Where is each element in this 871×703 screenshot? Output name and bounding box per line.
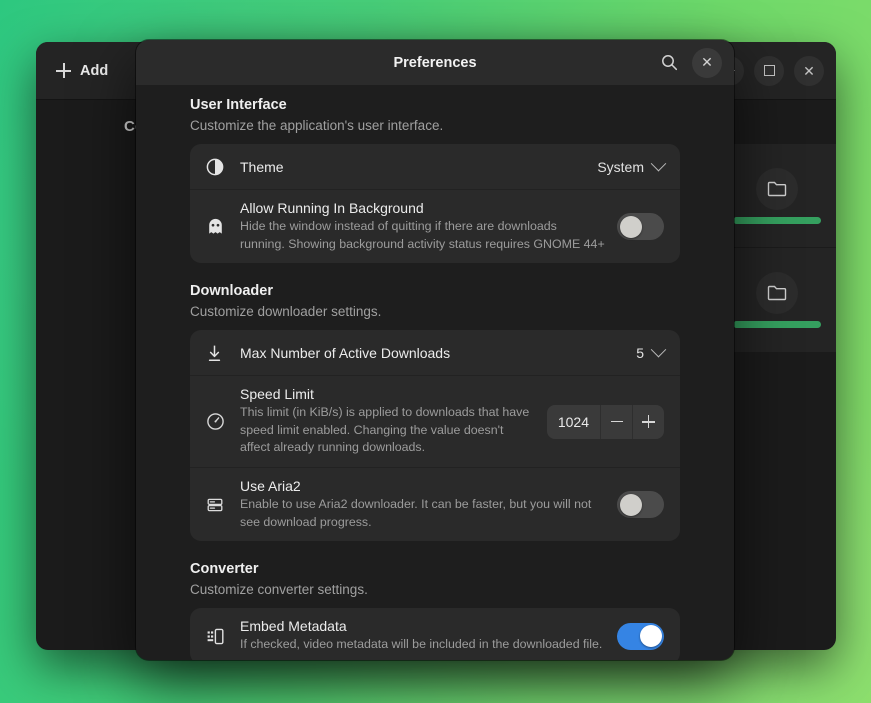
row-embed-metadata[interactable]: Embed Metadata If checked, video metadat…: [190, 608, 680, 660]
preferences-content: User Interface Customize the application…: [136, 85, 734, 660]
toggle-knob: [619, 215, 642, 238]
row-action: 1024: [546, 404, 664, 439]
row-text: Max Number of Active Downloads: [240, 335, 624, 371]
allow-background-toggle[interactable]: [617, 213, 664, 241]
progress-bar: [733, 216, 821, 224]
group-subtitle-downloader: Customize downloader settings.: [190, 304, 382, 320]
maximize-icon: [763, 65, 775, 76]
max-downloads-value: 5: [636, 344, 644, 361]
converter-card: Embed Metadata If checked, video metadat…: [190, 608, 680, 660]
row-icon-wrap: [206, 627, 240, 646]
theme-selected-value: System: [597, 158, 644, 175]
row-title: Embed Metadata: [240, 618, 347, 635]
max-downloads-select[interactable]: 5: [636, 342, 667, 361]
speed-limit-stepper[interactable]: 1024: [546, 404, 664, 439]
chevron-down-icon: [650, 155, 667, 172]
row-description: Hide the window instead of quitting if t…: [240, 219, 605, 251]
minus-icon: [610, 420, 623, 423]
row-speed-limit[interactable]: Speed Limit This limit (in KiB/s) is app…: [190, 376, 680, 469]
close-icon: ✕: [701, 54, 713, 70]
toggle-knob: [639, 625, 662, 648]
user-interface-card: Theme System Allow Running In Background…: [190, 144, 680, 264]
download-folder-icon-wrap: [756, 167, 798, 210]
add-button-label: Add: [80, 62, 109, 79]
group-title-converter: Converter: [190, 561, 259, 578]
dialog-title: Preferences: [393, 54, 477, 71]
row-theme[interactable]: Theme System: [190, 144, 680, 190]
row-icon-wrap: [206, 344, 240, 362]
theme-select[interactable]: System: [597, 155, 667, 175]
contrast-theme-icon: [206, 158, 224, 175]
folder-icon: [767, 285, 787, 301]
plus-icon: [642, 415, 655, 429]
search-button[interactable]: [654, 48, 684, 78]
row-description: This limit (in KiB/s) is applied to down…: [240, 405, 530, 455]
row-use-aria2[interactable]: Use Aria2 Enable to use Aria2 downloader…: [190, 468, 680, 541]
row-title: Speed Limit: [240, 386, 314, 403]
speed-limit-increment-button[interactable]: [632, 404, 664, 439]
embed-metadata-toggle[interactable]: [617, 622, 664, 650]
row-description: Enable to use Aria2 downloader. It can b…: [240, 497, 592, 529]
speedometer-icon: [207, 413, 224, 430]
row-text: Speed Limit This limit (in KiB/s) is app…: [240, 376, 535, 467]
row-title: Allow Running In Background: [240, 200, 424, 216]
row-title: Theme: [240, 158, 284, 175]
row-max-active-downloads[interactable]: Max Number of Active Downloads 5: [190, 330, 680, 377]
ghost-background-icon: [209, 219, 222, 234]
progress-bar: [733, 321, 821, 328]
downloader-card: Max Number of Active Downloads 5 Speed L…: [190, 330, 680, 542]
preferences-dialog[interactable]: Preferences ✕ User Interface Customize t…: [136, 40, 734, 660]
download-arrow-icon: [208, 345, 221, 361]
row-title: Use Aria2: [240, 478, 301, 495]
row-action: [617, 491, 664, 519]
group-title-downloader: Downloader: [190, 283, 273, 300]
download-folder-icon-wrap: [756, 272, 798, 314]
group-title-user-interface: User Interface: [190, 97, 287, 113]
row-action: System: [597, 155, 667, 175]
preferences-headerbar: Preferences ✕: [136, 40, 734, 85]
desktop-wallpaper: Add ✕ Com: [0, 0, 871, 703]
search-icon: [661, 55, 677, 71]
speed-limit-decrement-button[interactable]: [600, 404, 632, 439]
row-icon-wrap: [206, 412, 240, 431]
maximize-button[interactable]: [754, 55, 784, 86]
close-window-button[interactable]: ✕: [794, 55, 824, 86]
row-icon-wrap: [206, 217, 240, 236]
group-subtitle-converter: Customize converter settings.: [190, 582, 368, 598]
toggle-knob: [619, 493, 642, 516]
metadata-tag-icon: [207, 628, 224, 644]
add-button[interactable]: Add: [46, 54, 122, 88]
row-allow-running-in-background[interactable]: Allow Running In Background Hide the win…: [190, 190, 680, 263]
row-text: Embed Metadata If checked, video metadat…: [240, 608, 605, 660]
speed-limit-value[interactable]: 1024: [547, 414, 600, 430]
row-text: Allow Running In Background Hide the win…: [240, 190, 605, 263]
close-icon: ✕: [803, 62, 815, 79]
row-action: [617, 213, 664, 241]
server-rack-icon: [207, 498, 223, 511]
row-action: 5: [636, 342, 667, 361]
close-dialog-button[interactable]: ✕: [692, 47, 722, 78]
use-aria2-toggle[interactable]: [617, 491, 664, 519]
chevron-down-icon: [650, 342, 667, 358]
dialog-header-actions: ✕: [654, 47, 722, 78]
row-icon-wrap: [206, 496, 240, 514]
row-text: Theme: [240, 149, 585, 185]
row-icon-wrap: [206, 158, 240, 176]
row-description: If checked, video metadata will be inclu…: [240, 637, 603, 652]
folder-icon: [767, 181, 787, 196]
row-text: Use Aria2 Enable to use Aria2 downloader…: [240, 468, 605, 541]
row-title: Max Number of Active Downloads: [240, 344, 451, 361]
row-action: [617, 622, 664, 650]
group-subtitle-user-interface: Customize the application's user interfa…: [190, 118, 444, 133]
plus-icon: [56, 63, 71, 78]
